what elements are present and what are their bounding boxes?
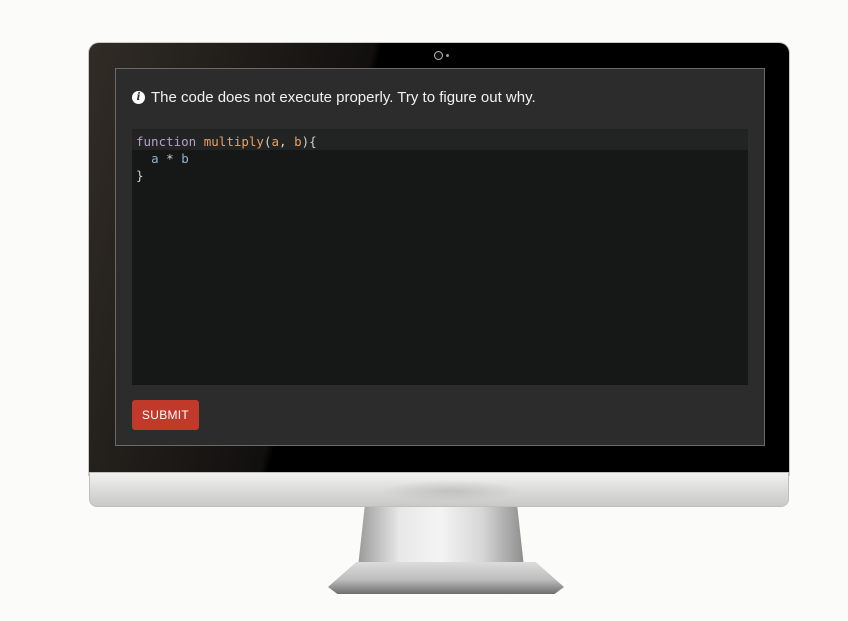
webcam-icon xyxy=(434,51,443,60)
code-line-3[interactable]: } xyxy=(132,167,748,184)
operand-token: b xyxy=(181,151,189,166)
chin-shadow xyxy=(380,480,520,502)
keyword-token: function xyxy=(136,134,197,149)
code-line-2[interactable]: a * b xyxy=(132,150,748,167)
param-token: a xyxy=(271,134,280,149)
code-editor[interactable]: function multiply(a, b){ a * b } xyxy=(132,129,748,385)
brace-token: } xyxy=(136,168,144,183)
brace-token: ){ xyxy=(301,134,317,149)
monitor-stand-base xyxy=(328,562,564,594)
comma-token: , xyxy=(279,134,295,149)
instruction: i The code does not execute properly. Tr… xyxy=(132,89,536,106)
app-screen: i The code does not execute properly. Tr… xyxy=(115,68,765,446)
info-icon: i xyxy=(132,91,145,104)
operand-token: a xyxy=(151,151,159,166)
param-token: b xyxy=(294,134,302,149)
code-line-1[interactable]: function multiply(a, b){ xyxy=(132,133,748,150)
webcam-indicator-icon xyxy=(446,54,449,57)
monitor-stand-neck xyxy=(358,507,524,567)
function-name-token: multiply xyxy=(203,134,264,149)
submit-button[interactable]: SUBMIT xyxy=(132,400,199,430)
operator-token: * xyxy=(166,151,174,166)
paren-token: ( xyxy=(263,134,272,149)
instruction-text: The code does not execute properly. Try … xyxy=(151,89,536,106)
